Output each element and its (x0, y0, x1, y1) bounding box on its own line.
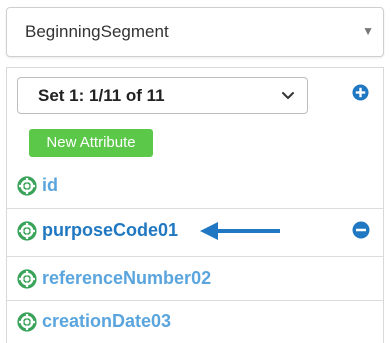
attribute-row-referencenumber02[interactable]: referenceNumber02 (6, 256, 384, 302)
new-attribute-button[interactable]: New Attribute (29, 129, 153, 157)
attribute-label[interactable]: referenceNumber02 (42, 268, 211, 289)
life-ring-icon (17, 269, 37, 289)
segment-select[interactable]: BeginningSegment ▼ (6, 7, 384, 57)
attribute-label[interactable]: creationDate03 (42, 311, 171, 332)
left-arrow-icon (200, 222, 280, 240)
caret-down-icon: ▼ (362, 24, 374, 38)
attribute-row-purposecode01[interactable]: purposeCode01 (6, 208, 384, 254)
remove-minus-circle-icon[interactable] (352, 221, 370, 239)
set-select[interactable]: Set 1: 1/11 of 11 (17, 77, 308, 114)
chevron-down-icon (282, 92, 294, 99)
life-ring-icon (17, 176, 37, 196)
life-ring-icon (17, 312, 37, 332)
attribute-label[interactable]: purposeCode01 (42, 220, 178, 241)
attribute-row-id[interactable]: id (6, 163, 384, 209)
segment-select-value: BeginningSegment (25, 22, 169, 41)
set-select-value: Set 1: 1/11 of 11 (38, 86, 165, 105)
attribute-label[interactable]: id (42, 175, 58, 196)
add-set-plus-circle-icon[interactable] (352, 84, 369, 101)
attribute-row-creationdate03[interactable]: creationDate03 (6, 299, 384, 343)
life-ring-icon (17, 221, 37, 241)
